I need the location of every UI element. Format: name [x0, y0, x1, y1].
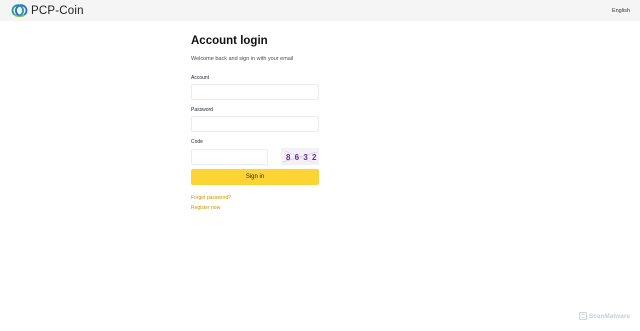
account-label: Account: [191, 75, 210, 81]
captcha-image[interactable]: 8 6 3 2: [281, 148, 319, 165]
password-label: Password: [191, 107, 213, 113]
code-group: Code 8 6 3 2: [191, 139, 319, 165]
top-bar: PCP-Coin English: [0, 0, 640, 21]
scanmalware-logo-icon: [578, 312, 587, 320]
captcha-text: 8 6 3 2: [286, 153, 317, 162]
sign-in-button[interactable]: Sign in: [191, 169, 319, 185]
page-subtitle: Welcome back and sign in with your email: [191, 56, 294, 62]
password-group: Password: [191, 107, 319, 132]
page-title: Account login: [191, 35, 268, 47]
forgot-password-link[interactable]: Forget password?: [191, 195, 231, 201]
code-input[interactable]: [191, 148, 268, 165]
account-input[interactable]: [191, 84, 319, 100]
account-group: Account: [191, 75, 319, 100]
pcp-coin-logo-icon: [11, 4, 28, 18]
brand-name: PCP-Coin: [31, 4, 84, 17]
password-input[interactable]: [191, 116, 319, 132]
scanmalware-watermark: ScanMalware: [578, 312, 630, 320]
watermark-text: ScanMalware: [588, 312, 630, 320]
brand-logo-link[interactable]: PCP-Coin: [11, 2, 84, 19]
code-label: Code: [191, 139, 203, 145]
language-selector[interactable]: English: [612, 8, 630, 14]
login-form: Account login Welcome back and sign in w…: [191, 34, 319, 211]
code-row: 8 6 3 2: [191, 148, 319, 165]
register-link[interactable]: Register now: [191, 205, 220, 211]
